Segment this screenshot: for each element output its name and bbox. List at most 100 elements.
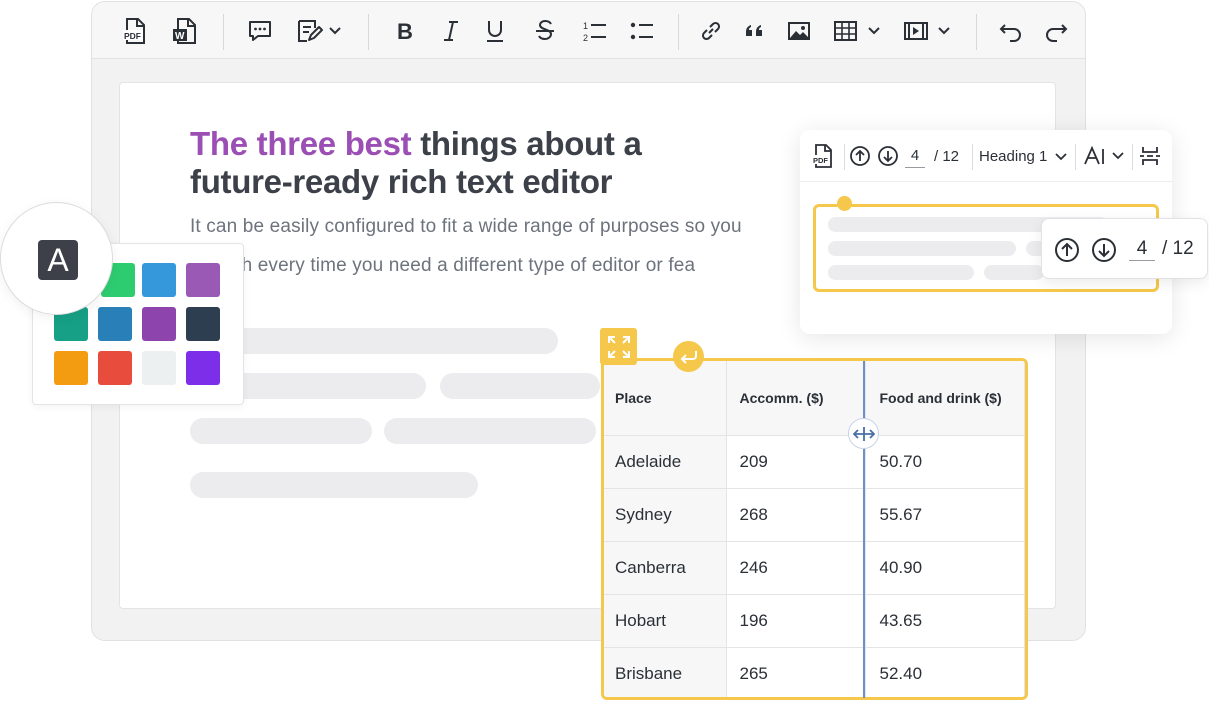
link-icon[interactable] — [696, 14, 726, 48]
body-text-line-1[interactable]: It can be easily configured to fit a wid… — [190, 216, 742, 238]
column-resize-handle[interactable] — [848, 418, 879, 449]
color-swatch[interactable] — [186, 351, 220, 385]
svg-text:PDF: PDF — [124, 31, 141, 41]
table-row: Adelaide 209 50.70 — [604, 435, 1025, 489]
italic-icon[interactable] — [436, 14, 466, 48]
svg-text:2: 2 — [583, 33, 588, 43]
insert-paragraph-handle[interactable] — [673, 341, 704, 372]
placeholder-line — [984, 265, 1044, 280]
table-cell[interactable]: 52.40 — [865, 647, 1025, 697]
table-cell[interactable]: 209 — [726, 435, 866, 489]
data-table-widget[interactable]: Place Accomm. ($) Food and drink ($) Ade… — [601, 358, 1028, 700]
heading-line2: future-ready rich text editor — [190, 163, 613, 200]
document-heading[interactable]: The three best things about a future-rea… — [190, 125, 750, 201]
table-row: Canberra 246 40.90 — [604, 541, 1025, 595]
table-cell[interactable]: 40.90 — [865, 541, 1025, 595]
word-export-icon[interactable]: W — [170, 14, 200, 48]
column-resize-line[interactable] — [863, 361, 865, 698]
color-swatch[interactable] — [186, 307, 220, 341]
bold-icon[interactable]: B — [390, 14, 420, 48]
toolbar-separator — [223, 14, 224, 50]
previous-page-icon[interactable] — [849, 144, 871, 168]
toolbar-separator — [678, 14, 679, 50]
previous-page-icon[interactable] — [1054, 237, 1080, 268]
table-cell[interactable]: Hobart — [604, 594, 727, 648]
panel-toolbar: PDF 4 / 12 Heading 1 — [800, 130, 1172, 182]
svg-text:1: 1 — [583, 21, 588, 31]
color-swatch[interactable] — [98, 307, 132, 341]
next-page-icon[interactable] — [1091, 237, 1117, 268]
color-swatch[interactable] — [54, 351, 88, 385]
page-break-icon[interactable] — [1139, 144, 1161, 168]
table-header-cell[interactable]: Place — [604, 361, 727, 436]
next-page-icon[interactable] — [877, 144, 899, 168]
editor-toolbar: PDF W B 12 — [92, 2, 1085, 59]
placeholder-line — [828, 241, 1016, 256]
table-icon[interactable] — [832, 14, 884, 48]
table-header-cell[interactable]: Food and drink ($) — [865, 361, 1025, 436]
undo-icon[interactable] — [996, 14, 1026, 48]
color-swatch[interactable] — [186, 263, 220, 297]
placeholder-line — [190, 418, 372, 444]
page-number-input[interactable]: 4 — [905, 144, 925, 168]
toolbar-separator — [368, 14, 369, 50]
enter-arrow-icon — [680, 350, 697, 364]
table-cell[interactable]: 55.67 — [865, 488, 1025, 542]
page-navigation-popup: 4 / 12 — [1041, 218, 1208, 279]
table-cell[interactable]: Sydney — [604, 488, 727, 542]
color-swatch[interactable] — [98, 351, 132, 385]
pdf-export-icon[interactable]: PDF — [812, 144, 834, 168]
svg-text:B: B — [397, 19, 413, 43]
placeholder-line — [190, 328, 558, 354]
heading-accent: The three best — [190, 125, 412, 162]
blockquote-icon[interactable] — [740, 14, 770, 48]
redo-icon[interactable] — [1041, 14, 1071, 48]
font-letter-icon: A — [38, 240, 78, 280]
heading-style-select[interactable]: Heading 1 — [979, 144, 1069, 168]
table-header-cell[interactable]: Accomm. ($) — [726, 361, 866, 436]
font-color-button[interactable]: A — [0, 202, 113, 315]
bulleted-list-icon[interactable] — [627, 14, 657, 48]
data-table: Place Accomm. ($) Food and drink ($) Ade… — [604, 361, 1025, 697]
resize-arrows-icon — [852, 426, 875, 441]
body-text-line-2[interactable]: scratch every time you need a different … — [190, 255, 695, 277]
color-swatch[interactable] — [142, 307, 176, 341]
table-cell[interactable]: 246 — [726, 541, 866, 595]
selection-handle[interactable] — [837, 196, 852, 211]
table-row: Brisbane 265 52.40 — [604, 647, 1025, 697]
table-row: Sydney 268 55.67 — [604, 488, 1025, 542]
table-row: Hobart 196 43.65 — [604, 594, 1025, 648]
color-swatch[interactable] — [142, 263, 176, 297]
table-cell[interactable]: 43.65 — [865, 594, 1025, 648]
heading-style-value: Heading 1 — [979, 147, 1048, 165]
page-number-input[interactable]: 4 — [1129, 238, 1155, 261]
image-icon[interactable] — [784, 14, 814, 48]
numbered-list-icon[interactable]: 12 — [580, 14, 610, 48]
pdf-export-icon[interactable]: PDF — [120, 14, 150, 48]
placeholder-line — [828, 265, 974, 280]
table-cell[interactable]: Brisbane — [604, 647, 727, 697]
table-cell[interactable]: Canberra — [604, 541, 727, 595]
underline-icon[interactable] — [480, 14, 510, 48]
track-changes-icon[interactable] — [295, 14, 345, 48]
media-icon[interactable] — [902, 14, 954, 48]
expand-icon — [607, 335, 630, 358]
comment-icon[interactable] — [245, 14, 275, 48]
page-total-label: / 12 — [1162, 238, 1194, 259]
color-swatch[interactable] — [142, 351, 176, 385]
svg-text:PDF: PDF — [813, 156, 828, 165]
table-cell[interactable]: 265 — [726, 647, 866, 697]
table-expand-handle[interactable] — [600, 328, 637, 365]
table-cell[interactable]: 50.70 — [865, 435, 1025, 489]
table-cell[interactable]: Adelaide — [604, 435, 727, 489]
chevron-down-icon — [1055, 153, 1068, 161]
strikethrough-icon[interactable] — [530, 14, 560, 48]
heading-line1-rest: things about a — [411, 125, 642, 162]
placeholder-line — [440, 373, 600, 399]
svg-text:W: W — [175, 31, 185, 42]
font-size-icon[interactable] — [1083, 144, 1127, 168]
table-cell[interactable]: 268 — [726, 488, 866, 542]
table-cell[interactable]: 196 — [726, 594, 866, 648]
table-header-row: Place Accomm. ($) Food and drink ($) — [604, 361, 1025, 436]
toolbar-separator — [976, 14, 977, 50]
